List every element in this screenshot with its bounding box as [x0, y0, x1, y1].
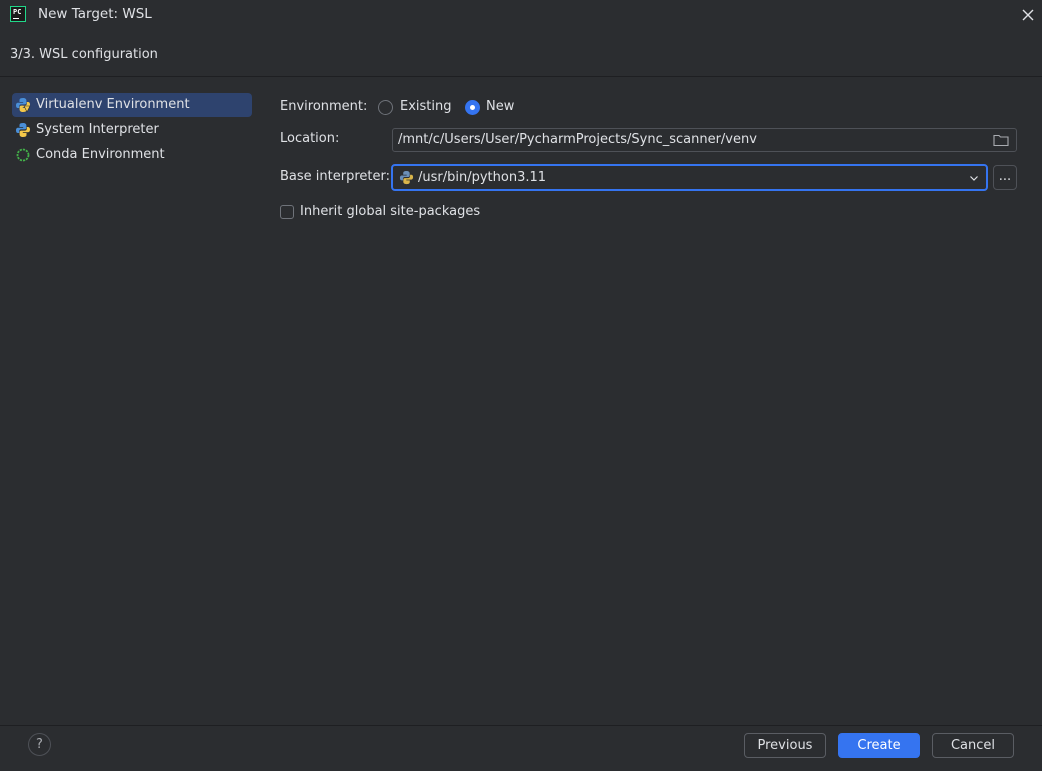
sidebar-item-system-interpreter[interactable]: System Interpreter: [12, 118, 252, 142]
sidebar-item-conda[interactable]: Conda Environment: [12, 143, 252, 167]
location-field[interactable]: /mnt/c/Users/User/PycharmProjects/Sync_s…: [392, 128, 1017, 152]
sidebar-item-label: Conda Environment: [36, 147, 165, 162]
help-button[interactable]: ?: [28, 733, 51, 756]
browse-interpreter-button[interactable]: ...: [993, 165, 1017, 190]
pycharm-logo-icon: PC: [10, 6, 26, 22]
environment-type-list: Virtualenv Environment System Interprete…: [0, 77, 262, 725]
folder-icon[interactable]: [993, 133, 1009, 147]
base-interpreter-select[interactable]: /usr/bin/python3.11: [391, 164, 988, 191]
create-button[interactable]: Create: [838, 733, 920, 758]
base-interpreter-label: Base interpreter:: [280, 169, 390, 184]
existing-radio[interactable]: [378, 100, 393, 115]
previous-button[interactable]: Previous: [744, 733, 826, 758]
python-icon: [16, 123, 30, 137]
location-label: Location:: [280, 131, 340, 146]
title-bar: PC New Target: WSL: [0, 0, 1042, 30]
sidebar-item-virtualenv[interactable]: Virtualenv Environment: [12, 93, 252, 117]
cancel-button[interactable]: Cancel: [932, 733, 1014, 758]
step-header: 3/3. WSL configuration: [10, 47, 158, 62]
inherit-site-packages-label[interactable]: Inherit global site-packages: [300, 204, 480, 219]
close-icon[interactable]: [1019, 6, 1037, 24]
location-value: /mnt/c/Users/User/PycharmProjects/Sync_s…: [398, 132, 757, 147]
window-title: New Target: WSL: [38, 6, 152, 22]
sidebar-item-label: System Interpreter: [36, 122, 159, 137]
environment-label: Environment:: [280, 99, 368, 114]
footer-divider: [0, 725, 1042, 726]
virtualenv-icon: [16, 98, 31, 113]
conda-icon: [16, 148, 30, 162]
logo-text: PC: [13, 8, 22, 16]
existing-radio-label[interactable]: Existing: [400, 99, 452, 114]
inherit-site-packages-checkbox[interactable]: [280, 205, 294, 219]
base-interpreter-value: /usr/bin/python3.11: [418, 170, 547, 185]
chevron-down-icon: [970, 176, 978, 181]
new-radio-label[interactable]: New: [486, 99, 514, 114]
new-radio[interactable]: [465, 100, 480, 115]
python-icon: [399, 170, 414, 185]
sidebar-item-label: Virtualenv Environment: [36, 97, 190, 112]
